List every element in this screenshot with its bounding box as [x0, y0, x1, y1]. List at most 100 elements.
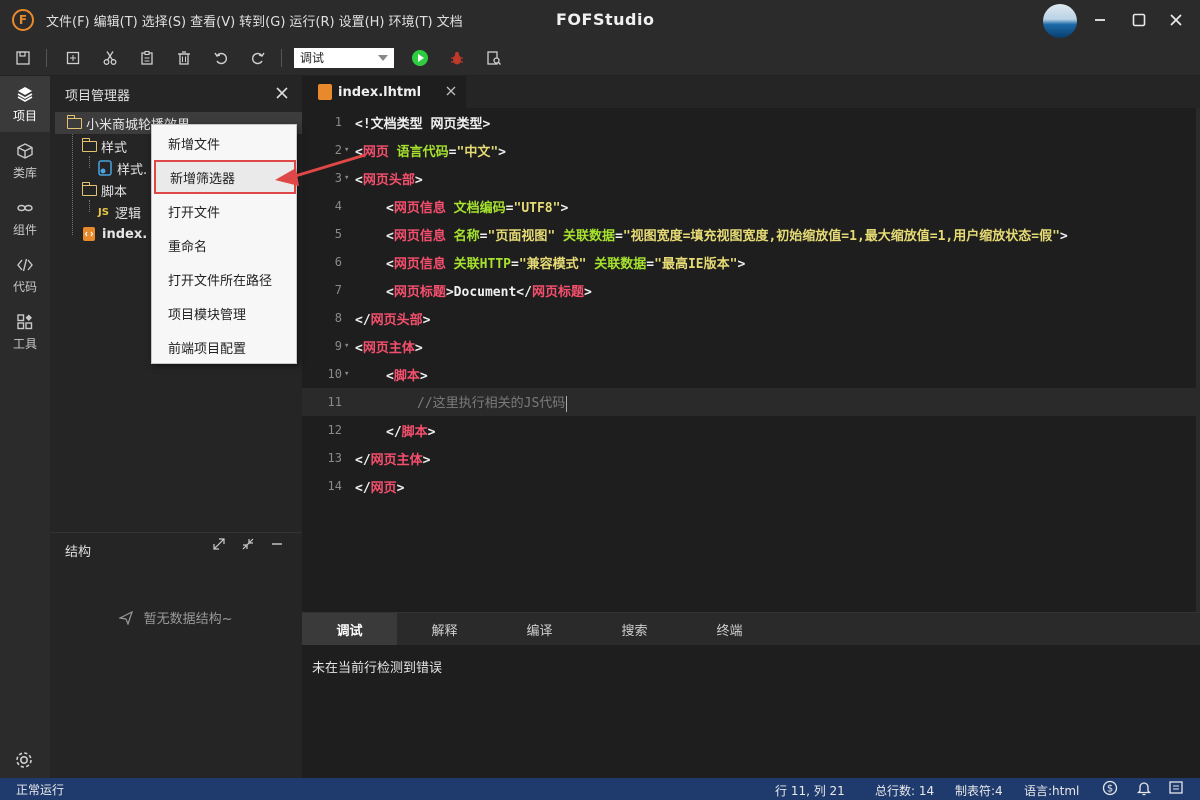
- line-number: 9: [334, 339, 342, 353]
- menu-item-open-containing-folder[interactable]: 打开文件所在路径: [152, 262, 298, 296]
- minimize-button[interactable]: [1088, 8, 1112, 32]
- collapse-button[interactable]: [242, 538, 254, 554]
- menu-view[interactable]: 查看(V): [190, 11, 235, 30]
- tab-terminal[interactable]: 终端: [682, 613, 777, 645]
- feedback-button[interactable]: [1168, 780, 1184, 799]
- save-button[interactable]: [12, 47, 34, 69]
- activity-code[interactable]: 代码: [0, 247, 50, 303]
- code-token: <: [386, 368, 394, 384]
- avatar[interactable]: [1043, 4, 1077, 38]
- expand-icon: [213, 538, 225, 550]
- code-text: </脚本>: [386, 421, 436, 440]
- tab-close-button[interactable]: [446, 82, 456, 100]
- menu-environment[interactable]: 环境(T): [389, 11, 433, 30]
- run-mode-select[interactable]: 调试: [294, 47, 394, 68]
- code-text: <网页主体>: [355, 337, 423, 356]
- code-line[interactable]: 1 <!文档类型 网页类型>: [302, 108, 1200, 136]
- tab-search[interactable]: 搜索: [587, 613, 682, 645]
- tree-index-file[interactable]: index.: [82, 223, 147, 245]
- minimize-panel-button[interactable]: [271, 538, 283, 554]
- menu-goto[interactable]: 转到(G): [239, 11, 285, 30]
- menu-select[interactable]: 选择(S): [142, 11, 186, 30]
- code-editor[interactable]: 1 <!文档类型 网页类型> 2 ▾ <网页 语言代码="中文"> 3 ▾ <网页头部> 4 <网…: [302, 108, 1200, 612]
- undo-button[interactable]: [210, 47, 232, 69]
- collapse-icon: [242, 538, 254, 550]
- code-line[interactable]: 6 <网页信息 关联HTTP="兼容模式" 关联数据="最高IE版本">: [302, 248, 1200, 276]
- sponsor-button[interactable]: $: [1102, 780, 1118, 799]
- status-language[interactable]: 语言:html: [1024, 782, 1079, 799]
- code-line[interactable]: 2 ▾ <网页 语言代码="中文">: [302, 136, 1200, 164]
- code-token: <: [386, 200, 394, 216]
- toolbar-divider: [281, 48, 282, 67]
- menu-item-open-file[interactable]: 打开文件: [152, 194, 298, 228]
- code-line[interactable]: 5 <网页信息 名称="页面视图" 关联数据="视图宽度=填充视图宽度,初始缩放值…: [302, 220, 1200, 248]
- new-file-button[interactable]: [62, 47, 84, 69]
- fold-chevron-icon[interactable]: ▾: [342, 369, 354, 379]
- status-total-lines: 总行数: 14: [875, 784, 935, 798]
- tree-script-folder[interactable]: 脚本: [81, 179, 128, 201]
- code-line[interactable]: 3 ▾ <网页头部>: [302, 164, 1200, 192]
- menu-run[interactable]: 运行(R): [289, 11, 334, 30]
- code-token: >: [583, 284, 592, 300]
- code-token: =: [510, 256, 519, 272]
- activity-project[interactable]: 项目: [0, 76, 50, 132]
- activity-components[interactable]: 组件: [0, 190, 50, 246]
- tab-label: index.lhtml: [338, 84, 422, 100]
- tree-script-folder-label: 脚本: [101, 184, 128, 200]
- code-token: </: [386, 424, 402, 440]
- code-line[interactable]: 13 </网页主体>: [302, 444, 1200, 472]
- tab-explain[interactable]: 解释: [397, 613, 492, 645]
- settings-button[interactable]: [13, 749, 35, 775]
- code-line[interactable]: 7 <网页标题>Document</网页标题>: [302, 276, 1200, 304]
- logo-letter: F: [18, 13, 28, 27]
- status-state: 正常运行: [16, 783, 65, 797]
- close-panel-button[interactable]: [276, 85, 288, 103]
- bell-icon: [1136, 782, 1152, 796]
- debug-button[interactable]: [446, 47, 468, 69]
- redo-button[interactable]: [247, 47, 269, 69]
- minus-icon: [272, 543, 282, 545]
- toolbar-divider: [46, 48, 47, 67]
- notifications-button[interactable]: [1136, 780, 1152, 799]
- menu-docs[interactable]: 文档: [437, 11, 463, 30]
- tab-index-lhtml[interactable]: index.lhtml: [302, 76, 466, 108]
- code-line[interactable]: 10 ▾ <脚本>: [302, 360, 1200, 388]
- delete-button[interactable]: [173, 47, 195, 69]
- code-token: >: [498, 144, 506, 160]
- code-line[interactable]: 12 </脚本>: [302, 416, 1200, 444]
- new-file-icon: [66, 51, 80, 64]
- menu-item-frontend-config[interactable]: 前端项目配置: [152, 330, 298, 364]
- code-line[interactable]: 8 </网页头部>: [302, 304, 1200, 332]
- fold-chevron-icon[interactable]: ▾: [342, 341, 354, 351]
- tree-style-file[interactable]: 样式.: [98, 157, 147, 179]
- menu-item-rename[interactable]: 重命名: [152, 228, 298, 262]
- activity-tools[interactable]: 工具: [0, 304, 50, 360]
- code-line[interactable]: 11 //这里执行相关的JS代码: [302, 388, 1200, 416]
- cut-button[interactable]: [99, 47, 121, 69]
- annotation-arrow: [275, 153, 366, 186]
- tree-script-file[interactable]: JS 逻辑: [98, 201, 141, 223]
- layers-icon: [17, 86, 33, 102]
- menu-item-module-management[interactable]: 项目模块管理: [152, 296, 298, 330]
- status-tab-size[interactable]: 制表符:4: [955, 782, 1003, 799]
- code-line[interactable]: 14 </网页>: [302, 472, 1200, 500]
- tab-compile[interactable]: 编译: [492, 613, 587, 645]
- run-button[interactable]: [409, 47, 431, 69]
- maximize-button[interactable]: [1127, 8, 1151, 32]
- code-line[interactable]: 9 ▾ <网页主体>: [302, 332, 1200, 360]
- code-line[interactable]: 4 <网页信息 文档编码="UTF8">: [302, 192, 1200, 220]
- status-cursor-position[interactable]: 行 11, 列 21: [775, 782, 845, 799]
- menu-settings[interactable]: 设置(H): [339, 11, 385, 30]
- activity-library[interactable]: 类库: [0, 133, 50, 189]
- find-file-button[interactable]: [483, 47, 505, 69]
- tree-style-folder[interactable]: 样式: [81, 135, 127, 157]
- menu-file[interactable]: 文件(F): [46, 11, 90, 30]
- close-window-button[interactable]: [1164, 8, 1188, 32]
- run-icon: [412, 49, 428, 66]
- feedback-icon: [1169, 781, 1183, 794]
- expand-button[interactable]: [213, 538, 225, 554]
- paste-button[interactable]: [136, 47, 158, 69]
- tab-debug[interactable]: 调试: [302, 613, 397, 645]
- menu-edit[interactable]: 编辑(T): [94, 11, 138, 30]
- code-text: </网页>: [355, 477, 405, 496]
